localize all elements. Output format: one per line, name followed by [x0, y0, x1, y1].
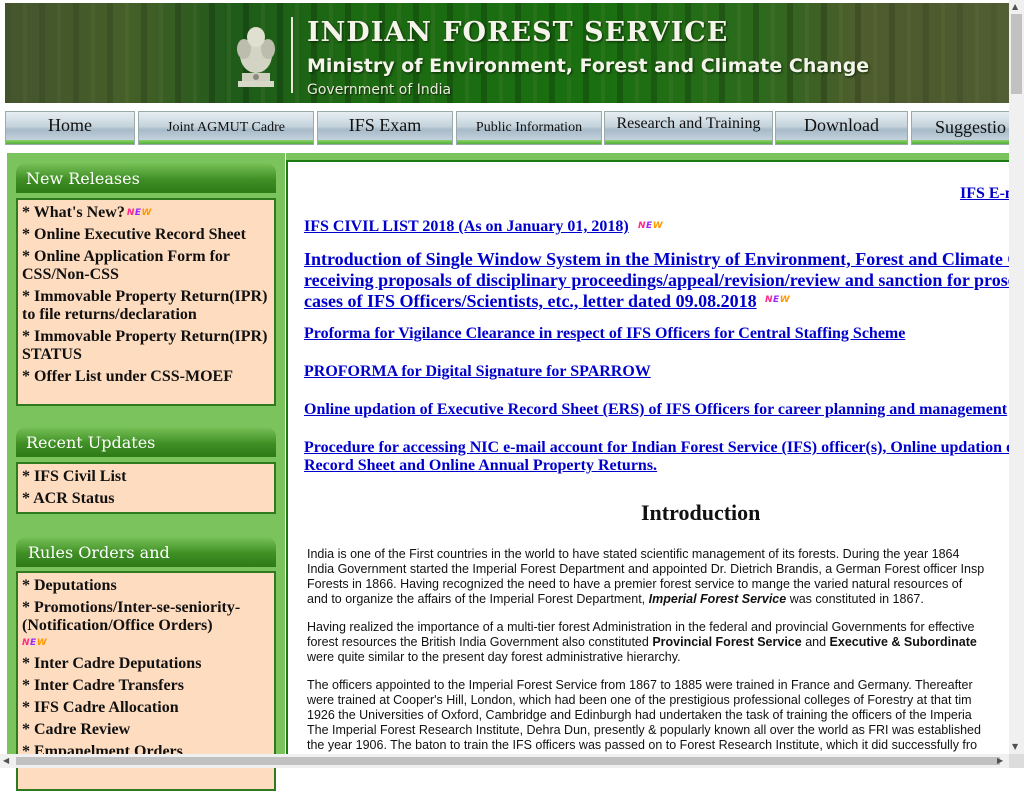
nav-public-information[interactable]: Public Information: [456, 111, 602, 145]
banner-right-fade: [819, 3, 1009, 103]
promotions-new-badge: NEW: [22, 635, 270, 653]
link-proforma-digital-signature[interactable]: PROFORMA for Digital Signature for SPARR…: [304, 363, 651, 381]
new-badge-icon: NEW: [765, 295, 791, 305]
nav-public-information-label: Public Information: [475, 120, 583, 135]
nav-suggestions[interactable]: Suggestio: [911, 111, 1009, 145]
national-emblem-icon: [237, 27, 275, 87]
nav-download[interactable]: Download: [775, 111, 908, 145]
link-whats-new[interactable]: * What's New? NEW: [22, 204, 270, 222]
link-proforma-vigilance-clearance[interactable]: Proforma for Vigilance Clearance in resp…: [304, 325, 905, 343]
nav-suggestions-label: Suggestio: [935, 117, 1007, 137]
link-offer-list-css-moef[interactable]: * Offer List under CSS-MOEF: [22, 368, 270, 386]
nav-home[interactable]: Home: [5, 111, 135, 145]
link-inter-cadre-deputations[interactable]: * Inter Cadre Deputations: [22, 655, 270, 673]
scrollbar-corner: [1009, 754, 1024, 768]
link-ipr-status[interactable]: * Immovable Property Return(IPR) STATUS: [22, 328, 270, 364]
link-inter-cadre-transfers[interactable]: * Inter Cadre Transfers: [22, 677, 270, 695]
banner-government: Government of India: [307, 82, 452, 98]
link-cadre-review[interactable]: * Cadre Review: [22, 721, 270, 739]
link-ifs-cadre-allocation[interactable]: * IFS Cadre Allocation: [22, 699, 270, 717]
intro-paragraph-2: Having realized the importance of a mult…: [307, 620, 977, 664]
link-single-window-system[interactable]: Introduction of Single Window System in …: [304, 249, 1020, 312]
link-acr-status[interactable]: * ACR Status: [22, 490, 270, 508]
link-online-updation-ers[interactable]: Online updation of Executive Record Shee…: [304, 401, 1007, 419]
nav-joint-agmut-cadre-label: Joint AGMUT Cadre: [167, 120, 285, 135]
link-ipr-file-returns[interactable]: * Immovable Property Return(IPR) to file…: [22, 288, 270, 324]
recent-updates-list: * IFS Civil List * ACR Status: [16, 462, 276, 514]
vertical-scrollbar-thumb[interactable]: [1011, 14, 1022, 94]
link-deputations[interactable]: * Deputations: [22, 577, 270, 595]
scroll-down-arrow-icon[interactable]: ▼: [1012, 742, 1018, 752]
new-badge-icon: NEW: [22, 638, 48, 648]
link-online-executive-record-sheet[interactable]: * Online Executive Record Sheet: [22, 226, 270, 244]
nav-download-label: Download: [804, 115, 879, 135]
nav-ifs-exam-label: IFS Exam: [348, 115, 422, 135]
site-banner: INDIAN FOREST SERVICE Ministry of Enviro…: [5, 3, 1009, 103]
introduction-heading: Introduction: [641, 500, 761, 525]
link-online-application-form[interactable]: * Online Application Form for CSS/Non-CS…: [22, 248, 270, 284]
nav-research-and-training[interactable]: Research and Training: [604, 111, 773, 145]
banner-left-fade: [5, 3, 235, 103]
main-nav: Home Joint AGMUT Cadre IFS Exam Public I…: [5, 111, 1009, 147]
intro-paragraph-1: India is one of the First countries in t…: [307, 547, 985, 606]
banner-subtitle: Ministry of Environment, Forest and Clim…: [307, 55, 870, 77]
scroll-right-arrow-icon[interactable]: ▶: [997, 756, 1003, 766]
nav-ifs-exam[interactable]: IFS Exam: [317, 111, 453, 145]
content-top-strip: [286, 153, 1009, 160]
new-badge-icon: NEW: [638, 221, 664, 231]
rules-orders-header: Rules Orders and Notifications: [16, 537, 276, 594]
horizontal-scrollbar-thumb[interactable]: [16, 757, 1000, 765]
link-promotions-seniority[interactable]: * Promotions/Inter-se-seniority-(Notific…: [22, 599, 270, 635]
nav-home-label: Home: [48, 115, 92, 135]
new-releases-list: * What's New? NEW * Online Executive Reco…: [16, 198, 276, 406]
scroll-up-arrow-icon[interactable]: ▲: [1012, 2, 1018, 12]
intro-paragraph-3: The officers appointed to the Imperial F…: [307, 678, 981, 752]
recent-updates-header: Recent Updates: [16, 427, 276, 457]
nav-joint-agmut-cadre[interactable]: Joint AGMUT Cadre: [138, 111, 314, 145]
scroll-left-arrow-icon[interactable]: ◀: [3, 756, 9, 766]
new-releases-header: New Releases: [16, 163, 276, 193]
link-ifs-civil-list-2018[interactable]: IFS CIVIL LIST 2018 (As on January 01, 2…: [304, 218, 629, 236]
banner-title: INDIAN FOREST SERVICE: [307, 17, 729, 48]
link-nic-email-procedure[interactable]: Procedure for accessing NIC e-mail accou…: [304, 439, 1014, 475]
banner-divider: [291, 17, 293, 93]
vertical-scrollbar[interactable]: [1009, 0, 1024, 754]
new-badge-icon: NEW: [126, 208, 152, 218]
nav-research-and-training-label: Research and Training: [616, 115, 761, 132]
link-ifs-civil-list[interactable]: * IFS Civil List: [22, 468, 270, 486]
sidebar: New Releases * What's New? NEW * Online E…: [7, 153, 285, 791]
